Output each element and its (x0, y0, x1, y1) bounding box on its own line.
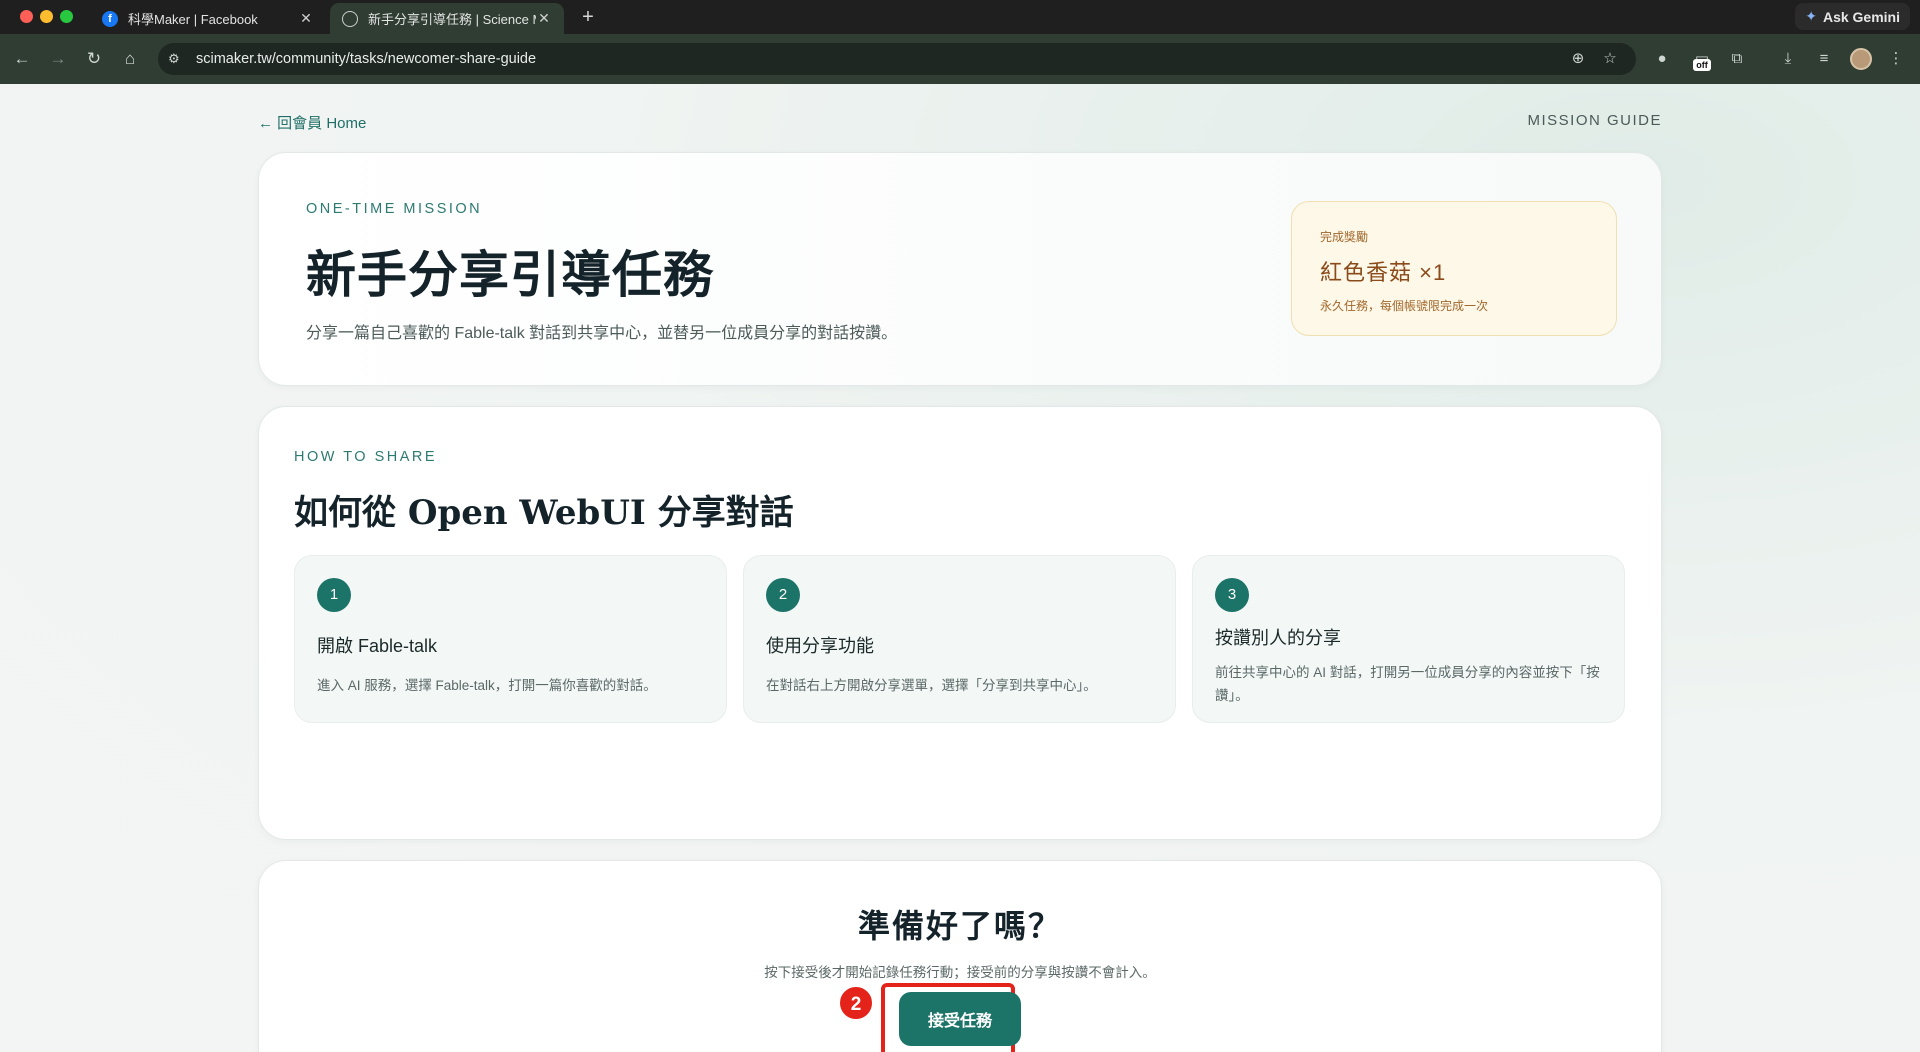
gemini-spark-icon: ✦ (1805, 8, 1817, 24)
reading-list-icon[interactable]: ≡ (1812, 47, 1836, 71)
step-card: 3 按讚別人的分享 前往共享中心的 AI 對話，打開另一位成員分享的內容並按下「… (1192, 555, 1625, 723)
ask-gemini-button[interactable]: ✦ Ask Gemini (1795, 3, 1910, 30)
mission-guide-label: MISSION GUIDE (1527, 112, 1662, 129)
step-description: 前往共享中心的 AI 對話，打開另一位成員分享的內容並按下「按讚」。 (1215, 665, 1600, 703)
extension-icon[interactable]: ● (1650, 47, 1674, 71)
reward-label: 完成獎勵 (1320, 230, 1369, 244)
step-number-badge: 3 (1215, 578, 1249, 612)
mission-hero-card: ONE-TIME MISSION 新手分享引導任務 分享一篇自己喜歡的 Fabl… (258, 152, 1662, 386)
tab-facebook[interactable]: f 科學Maker | Facebook ✕ (90, 3, 326, 34)
globe-icon (342, 10, 358, 27)
how-to-share-card: HOW TO SHARE 如何從 Open WebUI 分享對話 1 開啟 Fa… (258, 406, 1662, 840)
download-icon[interactable]: ⤓ (1776, 47, 1800, 71)
reload-icon[interactable]: ↻ (82, 47, 106, 71)
forward-arrow-icon[interactable]: → (46, 47, 70, 71)
bookmark-star-icon[interactable]: ☆ (1598, 43, 1622, 75)
how-to-title: 如何從 Open WebUI 分享對話 (294, 493, 794, 533)
mission-description: 分享一篇自己喜歡的 Fable-talk 對話到共享中心，並替另一位成員分享的對… (306, 325, 898, 342)
close-window-button[interactable] (20, 10, 33, 23)
profile-avatar[interactable] (1850, 48, 1872, 70)
step-title: 開啟 Fable-talk (317, 636, 438, 656)
step-description: 在對話右上方開啟分享選單，選擇「分享到共享中心」。 (766, 678, 1097, 693)
tab-title: 新手分享引導任務 | Science M (368, 12, 536, 27)
cta-title: 準備好了嗎？ (857, 907, 1062, 945)
page-title: 新手分享引導任務 (306, 245, 714, 304)
mission-type-eyebrow: ONE-TIME MISSION (306, 201, 483, 217)
tab-title: 科學Maker | Facebook (128, 12, 258, 27)
maximize-window-button[interactable] (60, 10, 73, 23)
close-icon[interactable]: ✕ (298, 10, 314, 27)
extensions-puzzle-icon[interactable]: ⧉ (1725, 47, 1749, 71)
annotation-step-marker: 2 (838, 985, 874, 1021)
facebook-icon: f (102, 10, 118, 27)
address-bar[interactable]: ⚙ scimaker.tw/community/tasks/newcomer-s… (158, 43, 1636, 75)
how-to-eyebrow: HOW TO SHARE (294, 449, 438, 465)
cta-note: 按下接受後才開始記錄任務行動；接受前的分享與按讚不會計入。 (764, 965, 1156, 980)
reward-value: 紅色香菇 ×1 (1320, 260, 1447, 285)
ask-gemini-label: Ask Gemini (1822, 8, 1900, 25)
site-settings-icon[interactable]: ⚙ (168, 51, 190, 67)
step-number-badge: 2 (766, 578, 800, 612)
step-card: 1 開啟 Fable-talk 進入 AI 服務，選擇 Fable-talk，打… (294, 555, 727, 723)
browser-tab-bar: f 科學Maker | Facebook ✕ 新手分享引導任務 | Scienc… (0, 0, 1920, 34)
page-content: ← 回會員 Home MISSION GUIDE ONE-TIME MISSIO… (0, 84, 1920, 1052)
extension-off-badge: off (1693, 59, 1711, 71)
url-text: scimaker.tw/community/tasks/newcomer-sha… (196, 51, 537, 67)
tab-mission-guide[interactable]: 新手分享引導任務 | Science M ✕ (330, 3, 564, 34)
minimize-window-button[interactable] (40, 10, 53, 23)
step-description: 進入 AI 服務，選擇 Fable-talk，打開一篇你喜歡的對話。 (317, 678, 657, 693)
zoom-icon[interactable]: ⊕ (1566, 43, 1590, 75)
close-icon[interactable]: ✕ (536, 10, 552, 27)
accept-mission-button[interactable]: 接受任務 (899, 992, 1021, 1046)
back-to-home-link[interactable]: ← 回會員 Home (258, 112, 366, 133)
step-number-badge: 1 (317, 578, 351, 612)
reward-note: 永久任務，每個帳號限完成一次 (1320, 299, 1489, 313)
menu-kebab-icon[interactable]: ⋮ (1884, 47, 1908, 71)
home-icon[interactable]: ⌂ (118, 47, 142, 71)
step-card: 2 使用分享功能 在對話右上方開啟分享選單，選擇「分享到共享中心」。 (743, 555, 1176, 723)
step-title: 使用分享功能 (766, 636, 874, 656)
accept-mission-card: 準備好了嗎？ 按下接受後才開始記錄任務行動；接受前的分享與按讚不會計入。 接受任… (258, 860, 1662, 1052)
back-arrow-icon[interactable]: ← (10, 47, 34, 71)
step-title: 按讚別人的分享 (1215, 628, 1341, 648)
new-tab-button[interactable]: + (576, 6, 600, 30)
browser-toolbar: ← → ↻ ⌂ ⚙ scimaker.tw/community/tasks/ne… (0, 34, 1920, 84)
reward-box: 完成獎勵 紅色香菇 ×1 永久任務，每個帳號限完成一次 (1291, 201, 1617, 336)
